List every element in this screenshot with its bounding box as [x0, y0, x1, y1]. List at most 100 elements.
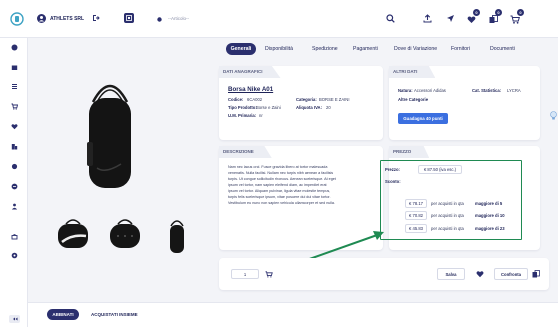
prezzo-value-box: € 87.50 (iva esc.) — [418, 165, 462, 174]
product-thumbnail-2[interactable] — [108, 216, 142, 254]
section-title: DESCRIZIONE — [219, 146, 272, 158]
tab-abbinati[interactable]: ABBINATI — [47, 309, 79, 320]
shop-icon — [11, 234, 18, 240]
list-icon — [12, 84, 17, 89]
cart-icon[interactable] — [510, 15, 520, 24]
settings-icon — [11, 252, 18, 259]
tier-text: per acquisti in qta — [431, 201, 464, 206]
categoria-label: Categoria: — [296, 97, 317, 102]
cart-icon — [265, 270, 273, 277]
tier-rule: maggiore di 10 — [475, 213, 505, 218]
sidebar-item-cart-sync[interactable] — [11, 233, 18, 240]
help-bulb-icon[interactable] — [550, 111, 557, 121]
sidebar-item-wishlist[interactable] — [11, 123, 18, 130]
categoria-value: BORSE E ZAINI — [319, 97, 350, 102]
quantity-input[interactable]: 1 — [231, 269, 259, 279]
app-logo-icon[interactable] — [10, 12, 24, 26]
sidebar-item-lists[interactable] — [11, 83, 18, 90]
cart-small-icon — [11, 103, 18, 110]
tab-acquistati-insieme[interactable]: ACQUISTATI INSIEME — [91, 312, 138, 317]
section-title: PREZZO — [389, 146, 430, 158]
product-thumbnail-3[interactable] — [166, 214, 188, 256]
compare-count-badge: 0 — [495, 9, 502, 16]
heart-icon[interactable] — [476, 270, 484, 278]
tab-generali[interactable]: Generali — [226, 43, 256, 55]
search-icon[interactable] — [386, 14, 395, 23]
description-line: turpis. Ut congue sollicitudin rhoncus. … — [228, 177, 336, 181]
tab-fornitori[interactable]: Fornitori — [451, 43, 470, 55]
altri-dati-card: ALTRI DATI Natura: Accessori Adidas Cat.… — [389, 66, 540, 140]
sidebar-item-documents[interactable] — [11, 183, 18, 190]
sidebar-item-catalog[interactable] — [11, 163, 18, 170]
compare-icon[interactable] — [489, 15, 498, 24]
tier-text: per acquisti in qta — [431, 213, 464, 218]
description-line: Vestibulum eu nunc non sapien vehicula u… — [228, 201, 336, 205]
sidebar-item-buildings[interactable] — [11, 143, 18, 150]
tab-pagamenti[interactable]: Pagamenti — [353, 43, 378, 55]
tier-rule: maggiore di 23 — [475, 226, 505, 231]
confronta-button[interactable]: Confronta — [494, 268, 528, 280]
tipo-prodotto-label: Tipo Prodotto: — [228, 105, 257, 110]
section-title: DATI ANAGRAFICI — [219, 66, 281, 78]
tipo-prodotto-value: Borse e Zaini — [256, 105, 281, 110]
tier-price-box: € 78.17 — [405, 199, 427, 208]
upload-icon[interactable] — [423, 14, 432, 23]
description-line: turpis felis scelerisque ipsum, vitae po… — [228, 195, 331, 199]
favorites-count-badge: 0 — [473, 9, 480, 16]
sidebar-item-settings[interactable] — [11, 252, 18, 259]
statistica-value: LYCRA — [507, 88, 521, 93]
tier-text: per acquisti in qta — [431, 226, 464, 231]
compare-icon[interactable] — [532, 270, 540, 278]
tier-rule: maggiore di 5 — [475, 201, 503, 206]
logout-icon[interactable] — [92, 14, 100, 22]
sconto-label: Sconto: — [385, 179, 401, 184]
send-icon[interactable] — [446, 14, 455, 23]
natura-value: Accessori Adidas — [414, 88, 446, 93]
heart-icon — [11, 124, 18, 130]
favorites-icon[interactable] — [467, 15, 476, 24]
sidebar-item-orders[interactable] — [11, 64, 18, 71]
dati-anagrafici-card: DATI ANAGRAFICI Borsa Nike A01 Codice: 6… — [219, 66, 383, 140]
altre-categorie-label: Altre Categorie — [398, 97, 429, 102]
sidebar-item-cart[interactable] — [11, 103, 18, 110]
product-name: Borsa Nike A01 — [228, 86, 274, 93]
prezzo-label: Prezzo: — [385, 167, 400, 172]
tab-spedizione[interactable]: Spedizione — [312, 43, 338, 55]
catalog-icon — [11, 163, 18, 170]
sidebar-collapse-button[interactable] — [9, 315, 20, 323]
description-line: Nam nec lacus orci. Fusce gravida libero… — [228, 165, 328, 169]
tab-documenti[interactable]: Documenti — [490, 43, 515, 55]
box-icon — [11, 65, 18, 70]
scanner-icon[interactable] — [124, 13, 134, 23]
um-label: U.M. Primaria: — [228, 113, 257, 118]
description-line: ipsum vel tortor. Aliquam pulvinar, ligu… — [228, 189, 331, 193]
cart-count-badge: 0 — [517, 9, 524, 16]
aliquota-label: Aliquota IVA: — [296, 105, 322, 110]
sidebar-item-dashboard[interactable] — [11, 44, 18, 51]
document-icon — [11, 183, 18, 190]
tab-disponibilita[interactable]: Disponibilità — [265, 43, 293, 55]
sidebar — [0, 38, 28, 327]
sidebar-item-users[interactable] — [11, 203, 18, 210]
article-search-input[interactable]: --Articolo-- — [168, 16, 189, 21]
tab-dove-di-variazione[interactable]: Dove di Variazione — [394, 43, 437, 55]
top-bar: ATHLETS SRL --Articolo-- 0 0 0 — [0, 0, 558, 38]
tier-price-box: € 45.83 — [405, 224, 427, 233]
brand-name: ATHLETS SRL — [50, 16, 85, 22]
statistica-label: Cat. Statistica: — [472, 88, 502, 93]
codice-value: 6CA002 — [247, 97, 263, 102]
um-value: nr — [259, 113, 263, 118]
section-title: ALTRI DATI — [389, 66, 436, 78]
building-icon — [11, 144, 18, 150]
product-main-image[interactable] — [67, 64, 153, 196]
product-thumbnail-1[interactable] — [56, 216, 90, 254]
add-to-cart-button[interactable] — [264, 269, 274, 279]
user-avatar-icon[interactable] — [37, 14, 46, 23]
salva-button[interactable]: Salva — [437, 268, 465, 280]
guadagna-punti-button[interactable]: Guadagna 40 punti — [398, 113, 448, 124]
tier-price-box: € 70.82 — [405, 211, 427, 220]
description-line: venenatis. Nulla facilisi. Nullam nec tu… — [228, 171, 334, 175]
natura-label: Natura: — [398, 88, 413, 93]
codice-label: Codice: — [228, 97, 244, 102]
users-icon — [11, 203, 18, 210]
